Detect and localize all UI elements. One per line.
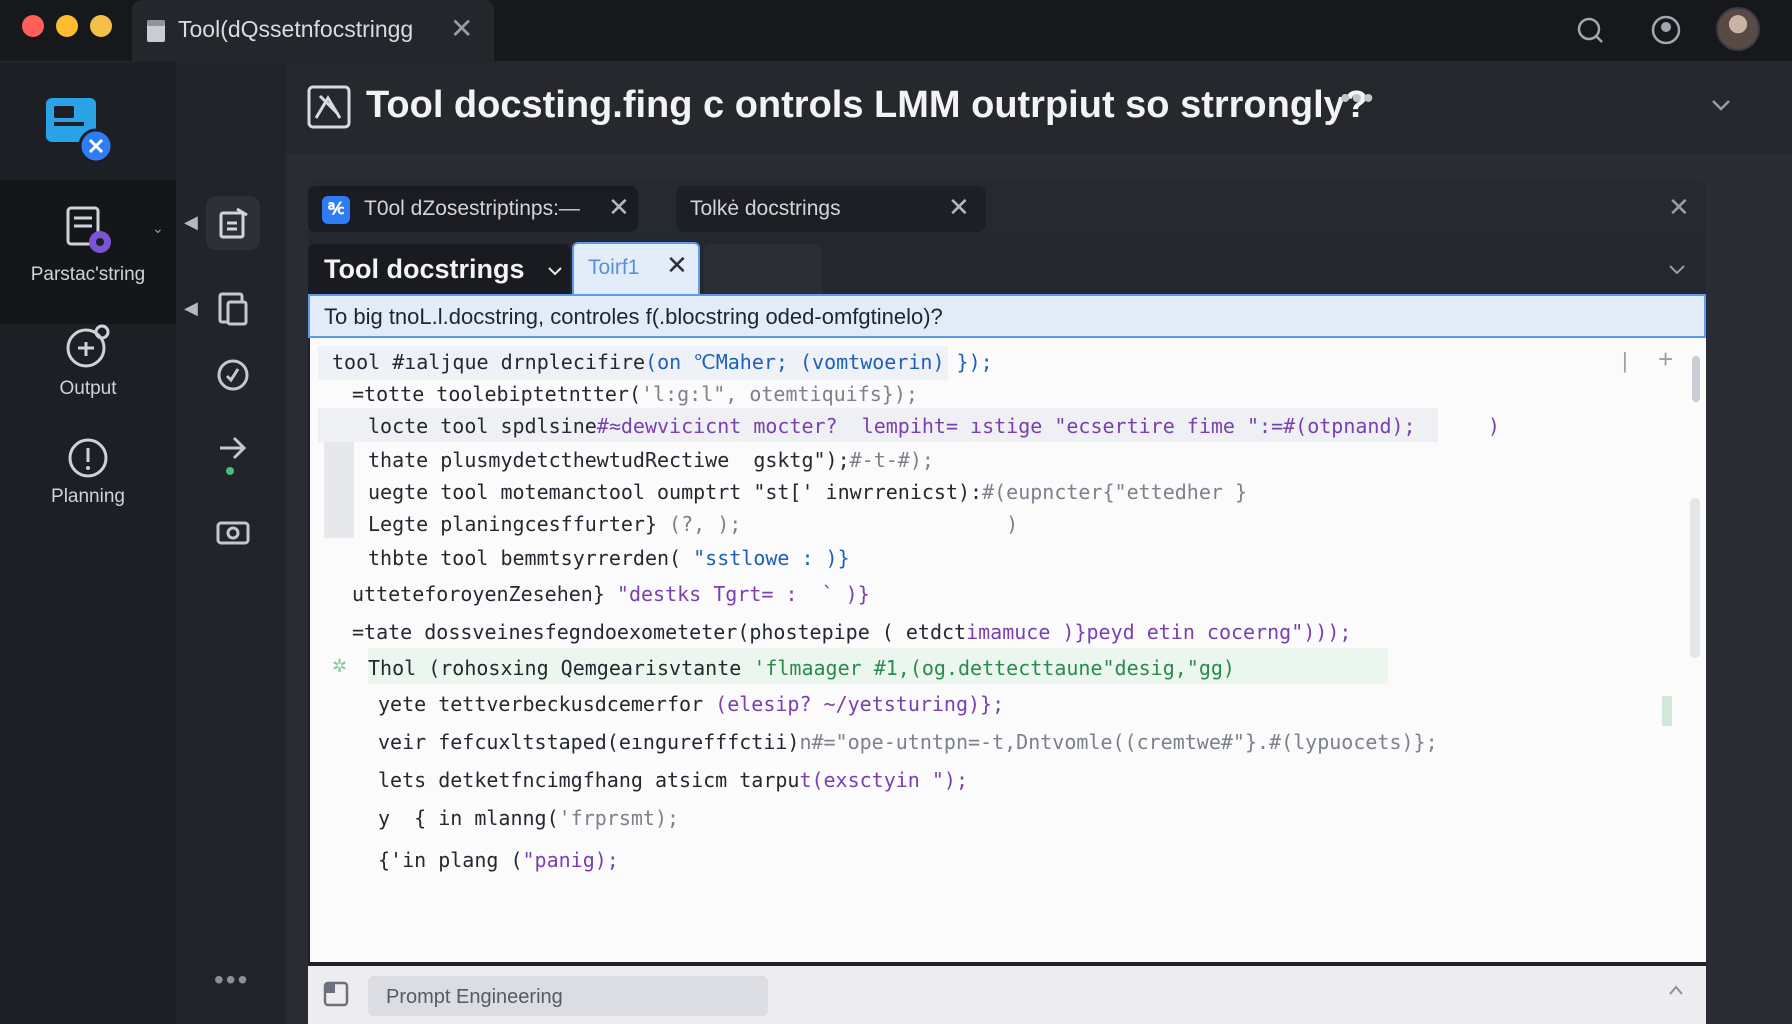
camera-icon — [216, 521, 250, 545]
gutter-highlight — [324, 442, 354, 538]
edit-document-icon — [219, 207, 248, 239]
document-gear-icon — [66, 206, 111, 253]
code-editor[interactable]: tool #ıaljque drnplecifire(on ℃Maher; (v… — [310, 338, 1706, 962]
more-tools-button[interactable]: ••• — [214, 964, 249, 996]
sidebar-item-label: Output — [59, 378, 117, 399]
code-line: y { in mlanng('frprsmt); — [378, 806, 680, 830]
chevron-up-icon[interactable] — [1668, 984, 1684, 996]
output-icon — [66, 324, 110, 368]
prompt-engineering-field[interactable]: Prompt Engineering — [368, 976, 768, 1016]
document-icon — [147, 20, 165, 42]
collapse-arrow-icon[interactable]: ◀ — [184, 298, 198, 319]
code-line: yete tettverbeckusdcemerfor (elesip? ~/y… — [378, 692, 1005, 716]
breakpoint-icon[interactable]: ✲ — [332, 656, 347, 677]
tool-edit-button[interactable] — [206, 196, 260, 250]
minimize-window-button[interactable] — [56, 15, 78, 37]
sidebar-item-label: Planning — [51, 486, 125, 507]
code-line: uegte tool motemanctool oumptrt "st[' in… — [368, 480, 1247, 504]
code-line: locte tool spdlsine#≈dewvicicnt mocter? … — [368, 414, 1500, 438]
tab-toirf1[interactable]: Toirf1 ✕ — [572, 242, 700, 294]
footer-bar: Prompt Engineering — [308, 966, 1706, 1024]
sub-tabs: Tool docstrings Toirf1 ✕ — [308, 238, 1706, 294]
bell-icon[interactable] — [1572, 12, 1608, 48]
sidebar-item-label: Parstac'string — [30, 264, 146, 285]
chevron-down-icon[interactable]: ⌄ — [152, 220, 164, 237]
doc-tab-label: Tolkė docstrings — [690, 197, 841, 220]
status-dot — [226, 467, 234, 475]
collapse-arrow-icon[interactable]: ◀ — [184, 212, 198, 233]
field-label: Prompt Engineering — [386, 986, 563, 1008]
maximize-window-button[interactable] — [90, 15, 112, 37]
document-tabs: ℀ T0ol dZosestriptinps:— ✕ Tolkė docstri… — [308, 180, 1706, 238]
tool-share-button[interactable] — [206, 420, 260, 474]
close-window-button[interactable] — [22, 15, 44, 37]
code-line: Thol (rohosxing Qemgearisvtante 'flmaage… — [368, 656, 1235, 680]
diff-marker — [1662, 696, 1672, 726]
scrollbar-track[interactable] — [1690, 498, 1700, 658]
query-text: To big tnoL.l.docstring, controles f(.bl… — [324, 304, 943, 329]
add-line-button[interactable]: + — [1658, 344, 1673, 375]
app-logo-icon[interactable] — [44, 94, 116, 166]
tab-empty[interactable] — [704, 244, 822, 294]
code-line: tool #ıaljque drnplecifire(on ℃Maher; (v… — [332, 350, 993, 374]
doc-tab-label: T0ol dZosestriptinps:— — [364, 197, 580, 220]
chevron-down-icon[interactable] — [1710, 94, 1732, 116]
editor-panel: ℀ T0ol dZosestriptinps:— ✕ Tolkė docstri… — [308, 180, 1706, 1024]
tool-camera-button[interactable] — [206, 506, 260, 560]
tool-column: ◀ ◀ ••• — [176, 62, 286, 1024]
app-badge-icon: ℀ — [322, 196, 350, 224]
code-line: {'in plang ("panig); — [378, 848, 619, 872]
sidebar-item-parstac-string[interactable]: Parstac'string — [0, 180, 176, 324]
sidebar-item-planning[interactable]: Planning — [0, 436, 176, 508]
doc-tab-docstrings[interactable]: Tolkė docstrings ✕ — [676, 186, 986, 232]
sidebar-item-output[interactable]: Output — [0, 320, 176, 400]
query-bar[interactable]: To big tnoL.l.docstring, controles f(.bl… — [308, 294, 1706, 338]
check-circle-icon — [217, 359, 249, 391]
code-line: thate plusmydetcthewtudRectiwe gsktg");#… — [368, 448, 934, 472]
main-area: Tool docsting.fing c ontrols LMM outrpiu… — [286, 62, 1792, 1024]
code-line: =totte toolebiptetntter('l:g:l", otemtiq… — [352, 382, 918, 406]
tool-check-button[interactable] — [206, 348, 260, 402]
code-line: thbte tool bemmtsyrrerden( "sstlowe : )} — [368, 546, 850, 570]
close-icon[interactable]: ✕ — [948, 192, 970, 223]
tab-label: Tool docstrings — [324, 254, 525, 284]
tool-pages-button[interactable] — [206, 282, 260, 336]
page-header: Tool docsting.fing c ontrols LMM outrpiu… — [286, 62, 1792, 154]
code-line: lets detketfncimgfhang atsicm tarput(exs… — [378, 768, 969, 792]
panel-toggle-icon[interactable] — [322, 980, 350, 1008]
code-line: =tate dossveinesfegndoexometeter(phostep… — [352, 620, 1352, 644]
chevron-down-icon[interactable] — [548, 266, 562, 276]
doc-tab-descriptions[interactable]: ℀ T0ol dZosestriptinps:— ✕ — [308, 186, 638, 232]
pages-icon — [218, 292, 248, 326]
diagram-icon — [307, 85, 351, 129]
code-line: Legte planingcesffurter} (?, ); ) — [368, 512, 1019, 536]
scrollbar-thumb[interactable] — [1692, 356, 1700, 402]
code-line: veir fefcuxltstaped(eıngurefffctii)n#="o… — [378, 730, 1438, 754]
more-options-button[interactable]: ••• — [1340, 82, 1375, 116]
tab-label: Toirf1 — [588, 256, 640, 279]
window-tab-close-icon[interactable]: ✕ — [450, 12, 473, 45]
cursor-marker: | — [1622, 348, 1628, 373]
window-tab-label: Tool(dQssetnfocstringg — [178, 16, 414, 42]
window-tab[interactable]: Tool(dQssetnfocstringg ✕ — [132, 0, 494, 62]
page-title: Tool docsting.fing c ontrols LMM outrpiu… — [366, 84, 1368, 126]
avatar[interactable] — [1716, 7, 1760, 51]
close-icon[interactable]: ✕ — [666, 250, 688, 281]
panel-close-icon[interactable]: ✕ — [1668, 192, 1690, 223]
info-icon — [68, 438, 108, 478]
code-line: utteteforoyenZesehen} "destks Tgrt= : ` … — [352, 582, 870, 606]
tab-tool-docstrings[interactable]: Tool docstrings — [308, 244, 570, 294]
app-sidebar: Parstac'string ⌄ Output Planning — [0, 62, 176, 1024]
profile-circle-icon[interactable] — [1648, 12, 1684, 48]
share-arrow-icon — [220, 436, 247, 460]
chevron-down-icon[interactable] — [1668, 264, 1686, 276]
title-bar: Tool(dQssetnfocstringg ✕ — [0, 0, 1792, 62]
close-icon[interactable]: ✕ — [608, 192, 630, 223]
